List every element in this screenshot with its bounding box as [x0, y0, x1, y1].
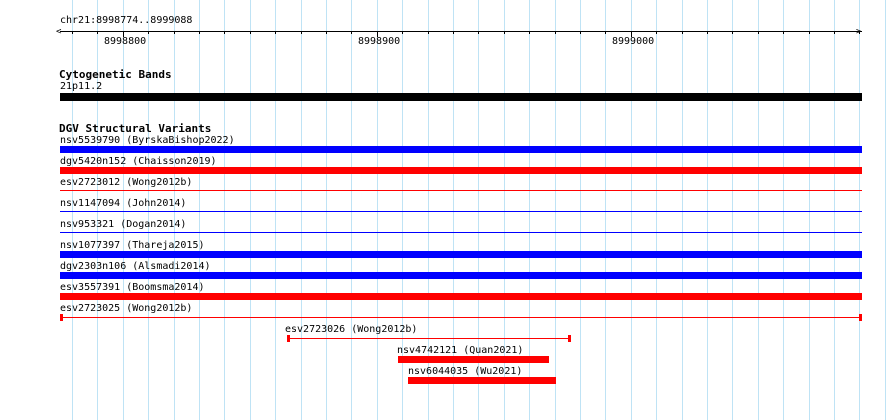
- grid-line: [377, 0, 378, 420]
- variant-bar[interactable]: [287, 338, 571, 339]
- ruler-tick: [250, 31, 251, 34]
- grid-line: [783, 0, 784, 420]
- ruler-tick: [834, 31, 835, 34]
- variant-bar[interactable]: [60, 293, 862, 300]
- ruler-tick: [758, 31, 759, 34]
- ruler-tick: [199, 31, 200, 34]
- ruler-tick-label: 8998800: [104, 36, 147, 47]
- grid-line: [301, 0, 302, 420]
- ruler-tick: [732, 31, 733, 34]
- variant-label: esv2723012 (Wong2012b): [60, 177, 193, 188]
- variant-bar[interactable]: [60, 317, 862, 318]
- grid-line: [148, 0, 149, 420]
- grid-line: [885, 0, 886, 420]
- grid-line: [351, 0, 352, 420]
- dgv-track-title: DGV Structural Variants: [59, 122, 212, 135]
- ruler-tick: [809, 31, 810, 34]
- grid-line: [580, 0, 581, 420]
- variant-bar[interactable]: [60, 232, 862, 233]
- ruler-tick: [148, 31, 149, 34]
- ruler-tick: [504, 31, 505, 34]
- ruler-tick: [224, 31, 225, 34]
- grid-line: [275, 0, 276, 420]
- ruler-tick: [580, 31, 581, 34]
- ruler-tick: [605, 31, 606, 34]
- grid-line: [97, 0, 98, 420]
- ruler-tick: [859, 31, 860, 34]
- variant-bar-start-cap: [287, 335, 290, 342]
- cytoband-label: 21p11.2: [60, 81, 103, 92]
- grid-line: [732, 0, 733, 420]
- grid-line: [758, 0, 759, 420]
- ruler-tick: [478, 31, 479, 34]
- cytoband-bar[interactable]: [60, 93, 862, 101]
- variant-bar-start-cap: [60, 314, 63, 321]
- variant-bar[interactable]: [398, 356, 549, 363]
- grid-line: [631, 0, 632, 420]
- grid-line: [707, 0, 708, 420]
- grid-line: [859, 0, 860, 420]
- grid-line: [555, 0, 556, 420]
- grid-line: [250, 0, 251, 420]
- ruler-axis: [60, 31, 862, 32]
- ruler-tick: [453, 31, 454, 34]
- ruler-tick: [682, 31, 683, 34]
- variant-bar[interactable]: [60, 211, 862, 212]
- variant-bar[interactable]: [60, 146, 862, 153]
- grid-line: [199, 0, 200, 420]
- variant-bar-end-cap: [859, 314, 862, 321]
- variant-label: esv2723025 (Wong2012b): [60, 303, 193, 314]
- grid-line: [72, 0, 73, 420]
- grid-line: [682, 0, 683, 420]
- grid-line: [834, 0, 835, 420]
- genome-browser-view: chr21:8998774..8999088 < > 8998800 89989…: [0, 0, 890, 420]
- ruler-tick: [402, 31, 403, 34]
- variant-bar[interactable]: [60, 190, 862, 191]
- variant-label: esv2723026 (Wong2012b): [285, 324, 418, 335]
- ruler-tick: [174, 31, 175, 34]
- ruler-tick: [707, 31, 708, 34]
- ruler-tick: [97, 31, 98, 34]
- ruler-tick: [326, 31, 327, 34]
- grid-line: [326, 0, 327, 420]
- ruler-tick: [72, 31, 73, 34]
- ruler-tick: [351, 31, 352, 34]
- ruler-range-label: chr21:8998774..8999088: [60, 15, 193, 26]
- variant-label: nsv1147094 (John2014): [60, 198, 187, 209]
- grid-line: [224, 0, 225, 420]
- ruler-tick: [656, 31, 657, 34]
- cytoband-track-title: Cytogenetic Bands: [59, 68, 172, 81]
- grid-line: [123, 0, 124, 420]
- variant-bar[interactable]: [60, 167, 862, 174]
- ruler-tick: [555, 31, 556, 34]
- variant-bar-end-cap: [568, 335, 571, 342]
- ruler-tick-label: 8999000: [612, 36, 655, 47]
- grid-line: [809, 0, 810, 420]
- variant-label: nsv953321 (Dogan2014): [60, 219, 187, 230]
- ruler-tick-label: 8998900: [358, 36, 401, 47]
- variant-bar[interactable]: [60, 272, 862, 279]
- grid-line: [605, 0, 606, 420]
- ruler-tick: [783, 31, 784, 34]
- ruler-tick: [301, 31, 302, 34]
- ruler-left-arrow: <: [56, 27, 62, 37]
- ruler-tick: [275, 31, 276, 34]
- ruler-tick: [529, 31, 530, 34]
- grid-line: [174, 0, 175, 420]
- variant-bar[interactable]: [60, 251, 862, 258]
- grid-line: [656, 0, 657, 420]
- variant-bar[interactable]: [408, 377, 556, 384]
- ruler-tick: [428, 31, 429, 34]
